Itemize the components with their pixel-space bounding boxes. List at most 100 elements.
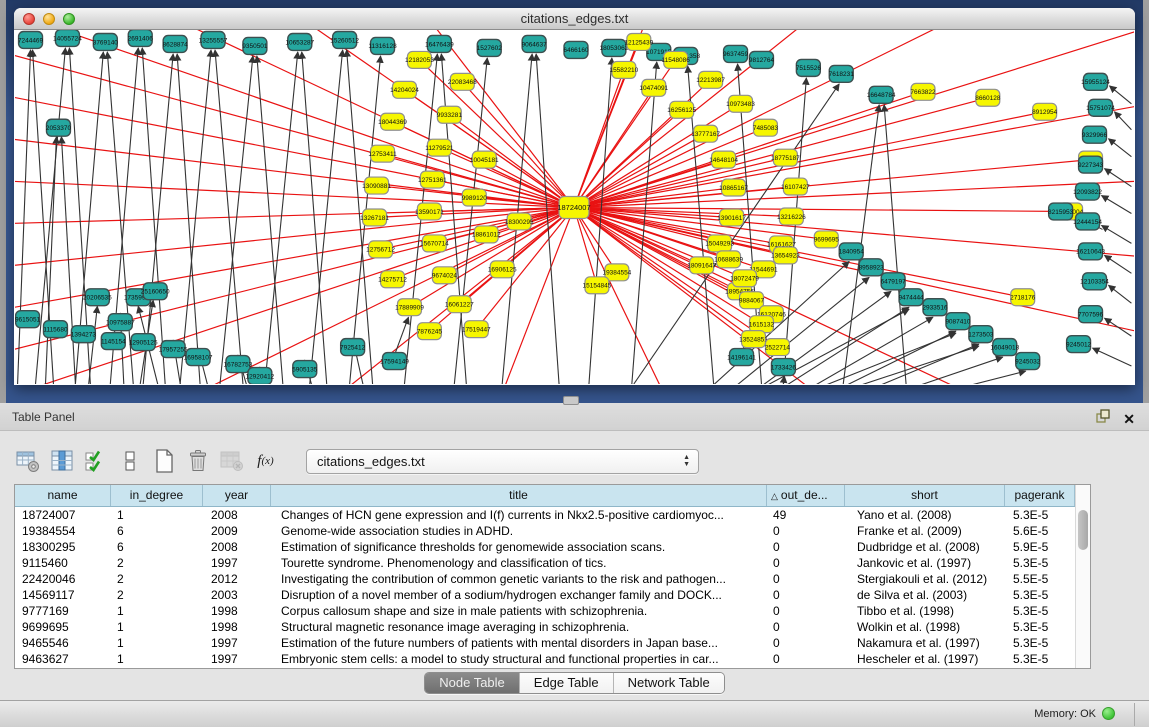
table-cell[interactable]: 1997 [203, 635, 271, 651]
scrollbar-thumb[interactable] [1078, 510, 1088, 550]
table-cell[interactable]: 5.3E-5 [1005, 635, 1075, 651]
table-cell[interactable]: 1 [111, 635, 203, 651]
table-cell[interactable]: 0 [767, 523, 845, 539]
graph-node[interactable]: 16061227 [445, 296, 474, 313]
table-cell[interactable]: Nakamura et al. (1997) [845, 635, 1005, 651]
column-header-name[interactable]: name [15, 485, 111, 506]
table-cell[interactable]: 6 [111, 539, 203, 555]
graph-node[interactable]: 12756712 [366, 241, 395, 258]
table-row[interactable]: 1830029562008Estimation of significance … [15, 539, 1090, 555]
table-cell[interactable]: 2 [111, 571, 203, 587]
table-cell[interactable]: 9699695 [15, 619, 111, 635]
table-cell[interactable]: Structural magnetic resonance image aver… [271, 619, 767, 635]
graph-node[interactable]: 18072479 [730, 270, 759, 287]
graph-node[interactable]: 16107427 [781, 178, 810, 195]
close-panel-icon[interactable]: ✕ [1123, 412, 1135, 426]
graph-node[interactable]: 16648784 [867, 86, 896, 103]
graph-node[interactable]: 9245012 [1066, 336, 1092, 353]
table-cell[interactable]: 1997 [203, 555, 271, 571]
graph-node[interactable]: 13777167 [691, 125, 720, 142]
graph-node[interactable]: 6479197 [881, 273, 907, 290]
table-row[interactable]: 1938455462009Genome-wide association stu… [15, 523, 1090, 539]
graph-node[interactable]: 15582210 [609, 61, 638, 78]
table-cell[interactable]: 0 [767, 603, 845, 619]
table-row[interactable]: 946362711997Embryonic stem cells: a mode… [15, 651, 1090, 667]
table-cell[interactable]: 0 [767, 619, 845, 635]
close-window-button[interactable] [23, 13, 35, 25]
graph-node[interactable]: 9350501 [242, 37, 268, 54]
table-cell[interactable]: 5.5E-5 [1005, 571, 1075, 587]
table-cell[interactable]: 6 [111, 523, 203, 539]
table-cell[interactable]: 2008 [203, 539, 271, 555]
table-cell[interactable]: 18724007 [15, 507, 111, 523]
graph-node[interactable]: 13090881 [362, 177, 391, 194]
graph-node[interactable]: 10045181 [470, 151, 499, 168]
graph-node[interactable]: 13255557 [199, 31, 228, 48]
graph-node[interactable]: 13654923 [771, 247, 800, 264]
table-cell[interactable]: Tourette syndrome. Phenomenology and cla… [271, 555, 767, 571]
network-canvas[interactable]: 7244469140557243769140269140686288741325… [15, 30, 1134, 384]
graph-node[interactable]: 2691406 [128, 30, 154, 46]
graph-node[interactable]: 7663822 [910, 83, 936, 100]
table-cell[interactable]: 1998 [203, 619, 271, 635]
table-cell[interactable]: 5.3E-5 [1005, 603, 1075, 619]
table-cell[interactable]: 5.3E-5 [1005, 587, 1075, 603]
graph-node[interactable]: 7925412 [340, 339, 366, 356]
network-table-selector[interactable]: citations_edges.txt ▲▼ [306, 449, 699, 474]
graph-node[interactable]: 15670714 [420, 235, 449, 252]
graph-hub-node[interactable]: 18724007 [557, 197, 590, 219]
graph-node[interactable]: 14204024 [390, 81, 419, 98]
table-cell[interactable]: Jankovic et al. (1997) [845, 555, 1005, 571]
graph-node[interactable]: 2933516 [922, 299, 948, 316]
graph-node[interactable]: 8660128 [975, 89, 1001, 106]
table-cell[interactable]: Dudbridge et al. (2008) [845, 539, 1005, 555]
graph-node[interactable]: 18044369 [378, 113, 407, 130]
graph-node[interactable]: 1733426 [771, 359, 797, 376]
graph-node[interactable]: 18300295 [505, 213, 534, 230]
graph-node[interactable]: 1840954 [839, 243, 865, 260]
graph-node[interactable]: 10474091 [639, 79, 668, 96]
graph-node[interactable]: 16906125 [488, 261, 517, 278]
table-cell[interactable]: 2009 [203, 523, 271, 539]
graph-node[interactable]: 17519447 [462, 321, 491, 338]
column-header-title[interactable]: title [271, 485, 767, 506]
vertical-scrollbar[interactable] [1075, 485, 1090, 668]
graph-node[interactable]: 16049018 [990, 339, 1019, 356]
graph-node[interactable]: 6466160 [563, 41, 589, 58]
table-cell[interactable]: 9777169 [15, 603, 111, 619]
table-cell[interactable]: 19384554 [15, 523, 111, 539]
graph-node[interactable]: 18091647 [687, 257, 716, 274]
graph-node[interactable]: 2522714 [765, 339, 791, 356]
graph-node[interactable]: 9245032 [1015, 353, 1041, 370]
graph-node[interactable]: 15049293 [705, 235, 734, 252]
graph-node[interactable]: 12751361 [418, 171, 447, 188]
table-cell[interactable]: 0 [767, 587, 845, 603]
table-cell[interactable]: Disruption of a novel member of a sodium… [271, 587, 767, 603]
graph-node[interactable]: 17889909 [395, 299, 424, 316]
table-cell[interactable]: Investigating the contribution of common… [271, 571, 767, 587]
table-cell[interactable]: Stergiakouli et al. (2012) [845, 571, 1005, 587]
graph-node[interactable]: 11548086 [662, 51, 691, 68]
table-cell[interactable]: 5.3E-5 [1005, 619, 1075, 635]
graph-node[interactable]: 9087410 [945, 313, 971, 330]
graph-node[interactable]: 12905125 [129, 334, 158, 351]
graph-node[interactable]: 9474444 [898, 289, 924, 306]
graph-node[interactable]: 13267181 [360, 209, 389, 226]
table-cell[interactable]: 0 [767, 555, 845, 571]
table-cell[interactable]: 5.3E-5 [1005, 507, 1075, 523]
graph-node[interactable]: 25160650 [141, 283, 170, 300]
graph-node[interactable]: 9989120 [462, 189, 488, 206]
table-cell[interactable]: 5.3E-5 [1005, 555, 1075, 571]
table-row[interactable]: 969969511998Structural magnetic resonanc… [15, 619, 1090, 635]
graph-node[interactable]: 9615051 [15, 311, 41, 328]
column-header-short[interactable]: short [845, 485, 1005, 506]
graph-node[interactable]: 8215953 [1048, 203, 1074, 220]
graph-node[interactable]: 7707596 [1078, 306, 1104, 323]
graph-node[interactable]: 14196141 [727, 349, 756, 366]
table-cell[interactable]: 1 [111, 619, 203, 635]
memory-status-indicator[interactable] [1102, 707, 1115, 720]
table-cell[interactable]: Franke et al. (2009) [845, 523, 1005, 539]
graph-node[interactable]: 10973483 [726, 95, 755, 112]
table-options-icon[interactable] [14, 448, 41, 475]
column-header-outde[interactable]: △out_de... [767, 485, 845, 506]
